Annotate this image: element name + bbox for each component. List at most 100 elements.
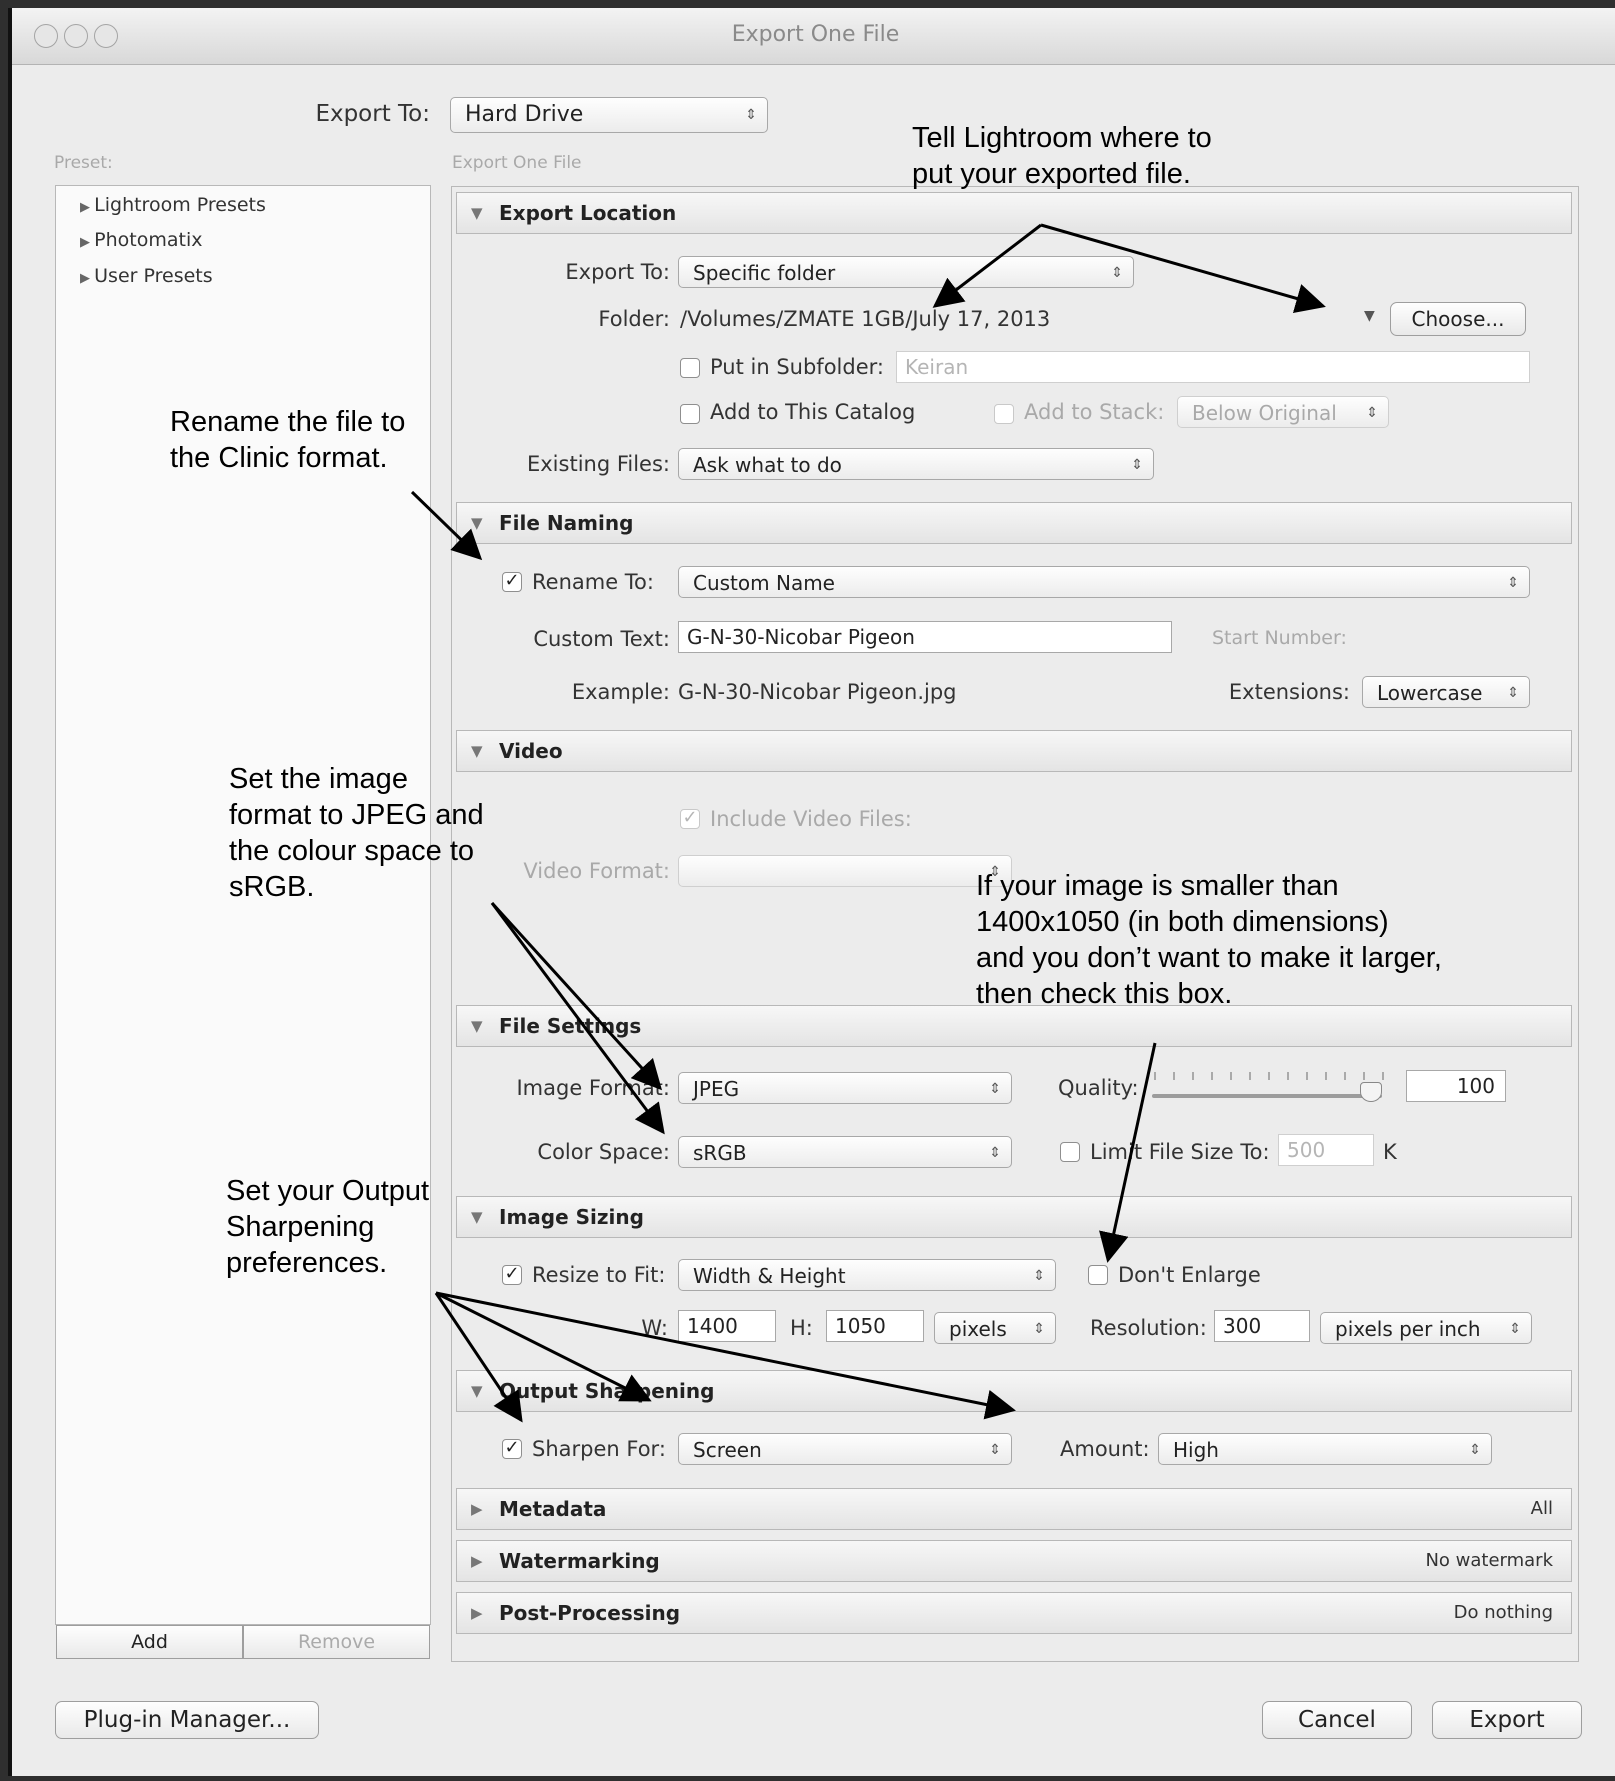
video-format-label: Video Format: [523, 859, 670, 883]
popup-arrows-icon: ⇕ [1131, 457, 1143, 473]
popup-arrows-icon: ⇕ [745, 107, 757, 123]
add-to-stack-checkbox[interactable] [994, 404, 1014, 424]
include-video-label: Include Video Files: [710, 807, 912, 831]
limit-size-checkbox[interactable] [1060, 1142, 1080, 1162]
add-to-catalog-checkbox[interactable] [680, 404, 700, 424]
resolution-unit-select[interactable]: pixels per inch ⇕ [1320, 1312, 1532, 1344]
video-format-select[interactable]: ⇕ [678, 855, 1012, 887]
select-value: High [1173, 1438, 1219, 1462]
height-input[interactable]: 1050 [826, 1310, 924, 1342]
select-value: JPEG [693, 1077, 740, 1101]
height-label: H: [790, 1316, 813, 1340]
size-unit-select[interactable]: pixels ⇕ [934, 1312, 1056, 1344]
subfolder-checkbox[interactable] [680, 358, 700, 378]
subfolder-label: Put in Subfolder: [710, 355, 884, 379]
select-value: pixels [949, 1317, 1007, 1341]
section-post-processing[interactable]: ▶ Post-Processing Do nothing [456, 1592, 1572, 1634]
quality-label: Quality: [1058, 1076, 1139, 1100]
preset-item-photomatix[interactable]: ▶ Photomatix [80, 229, 202, 251]
plugin-manager-button[interactable]: Plug-in Manager... [55, 1701, 319, 1739]
checkmark-icon: ✓ [504, 1263, 520, 1284]
include-video-checkbox[interactable]: ✓ [680, 809, 700, 829]
slider-track [1152, 1094, 1382, 1098]
section-title: Video [499, 739, 563, 763]
disclosure-closed-icon: ▶ [471, 1552, 483, 1570]
preset-item-lightroom[interactable]: ▶ Lightroom Presets [80, 194, 266, 216]
annotation-line: sRGB. [229, 871, 315, 903]
annotation-line: and you don’t want to make it larger, [976, 942, 1442, 974]
section-export-location[interactable]: ▼ Export Location [456, 192, 1572, 234]
select-value: sRGB [693, 1141, 747, 1165]
annotation-line: then check this box. [976, 978, 1233, 1010]
resize-to-fit-label: Resize to Fit: [532, 1263, 666, 1287]
folder-history-dropdown-icon[interactable]: ▼ [1364, 308, 1375, 324]
existing-files-label: Existing Files: [526, 452, 670, 476]
annotation-line: Set the image [229, 763, 408, 795]
section-file-naming[interactable]: ▼ File Naming [456, 502, 1572, 544]
disclosure-triangle-icon: ▶ [80, 271, 95, 286]
extensions-select[interactable]: Lowercase ⇕ [1362, 676, 1530, 708]
image-format-select[interactable]: JPEG ⇕ [678, 1072, 1012, 1104]
subfolder-input[interactable]: Keiran [896, 351, 1530, 383]
section-watermarking[interactable]: ▶ Watermarking No watermark [456, 1540, 1572, 1582]
section-metadata[interactable]: ▶ Metadata All [456, 1488, 1572, 1530]
window-title: Export One File [731, 22, 900, 47]
dont-enlarge-checkbox[interactable] [1088, 1265, 1108, 1285]
width-input[interactable]: 1400 [678, 1310, 776, 1342]
checkmark-icon: ✓ [504, 1437, 520, 1458]
add-to-stack-select[interactable]: Below Original ⇕ [1177, 396, 1389, 428]
main-caption: Export One File [452, 153, 582, 173]
sharpen-for-select[interactable]: Screen ⇕ [678, 1433, 1012, 1465]
location-export-to-select[interactable]: Specific folder ⇕ [678, 256, 1134, 288]
quality-input[interactable]: 100 [1406, 1070, 1506, 1102]
sharpen-for-checkbox[interactable]: ✓ [502, 1439, 522, 1459]
export-button[interactable]: Export [1432, 1701, 1582, 1739]
section-title: Metadata [499, 1497, 607, 1521]
remove-preset-button[interactable]: Remove [243, 1625, 430, 1659]
preset-label: Preset: [54, 153, 113, 173]
disclosure-open-icon: ▼ [471, 514, 483, 532]
annotation-line: If your image is smaller than [976, 870, 1339, 902]
popup-arrows-icon: ⇕ [1507, 575, 1519, 591]
resize-to-fit-checkbox[interactable]: ✓ [502, 1265, 522, 1285]
annotation-line: format to JPEG and [229, 799, 484, 831]
annotation-line: 1400x1050 (in both dimensions) [976, 906, 1389, 938]
slider-thumb[interactable] [1360, 1082, 1382, 1102]
section-image-sizing[interactable]: ▼ Image Sizing [456, 1196, 1572, 1238]
limit-size-input[interactable]: 500 [1278, 1134, 1374, 1166]
slider-ticks [1154, 1072, 1384, 1080]
section-title: Image Sizing [499, 1205, 644, 1229]
annotation-line: Set your Output [226, 1175, 430, 1207]
color-space-select[interactable]: sRGB ⇕ [678, 1136, 1012, 1168]
add-to-catalog-label: Add to This Catalog [710, 400, 916, 424]
annotation-format: Set the image format to JPEG and the col… [229, 761, 484, 905]
amount-select[interactable]: High ⇕ [1158, 1433, 1492, 1465]
section-output-sharpening[interactable]: ▼ Output Sharpening [456, 1370, 1572, 1412]
quality-slider[interactable] [1152, 1070, 1384, 1102]
export-to-select[interactable]: Hard Drive ⇕ [450, 97, 768, 133]
sharpen-for-label: Sharpen For: [532, 1437, 666, 1461]
disclosure-open-icon: ▼ [471, 1017, 483, 1035]
preset-item-user[interactable]: ▶ User Presets [80, 265, 213, 287]
rename-label: Rename To: [532, 570, 654, 594]
annotation-location: Tell Lightroom where to put your exporte… [912, 120, 1212, 192]
folder-path: /Volumes/ZMATE 1GB/July 17, 2013 [680, 307, 1051, 331]
resize-to-fit-select[interactable]: Width & Height ⇕ [678, 1259, 1056, 1291]
annotation-line: Tell Lightroom where to [912, 122, 1212, 154]
cancel-button[interactable]: Cancel [1262, 1701, 1412, 1739]
add-preset-button[interactable]: Add [56, 1625, 243, 1659]
resolution-input[interactable]: 300 [1214, 1310, 1310, 1342]
existing-files-select[interactable]: Ask what to do ⇕ [678, 448, 1154, 480]
select-value: Lowercase [1377, 681, 1483, 705]
annotation-enlarge: If your image is smaller than 1400x1050 … [976, 868, 1442, 1012]
custom-text-input[interactable]: G-N-30-Nicobar Pigeon [678, 621, 1172, 653]
popup-arrows-icon: ⇕ [1111, 265, 1123, 281]
section-video[interactable]: ▼ Video [456, 730, 1572, 772]
select-value: Screen [693, 1438, 762, 1462]
choose-folder-button[interactable]: Choose... [1390, 302, 1526, 336]
rename-select[interactable]: Custom Name ⇕ [678, 566, 1530, 598]
section-title: Output Sharpening [499, 1379, 715, 1403]
limit-size-label: Limit File Size To: [1090, 1140, 1270, 1164]
rename-checkbox[interactable]: ✓ [502, 572, 522, 592]
select-value: Custom Name [693, 571, 835, 595]
